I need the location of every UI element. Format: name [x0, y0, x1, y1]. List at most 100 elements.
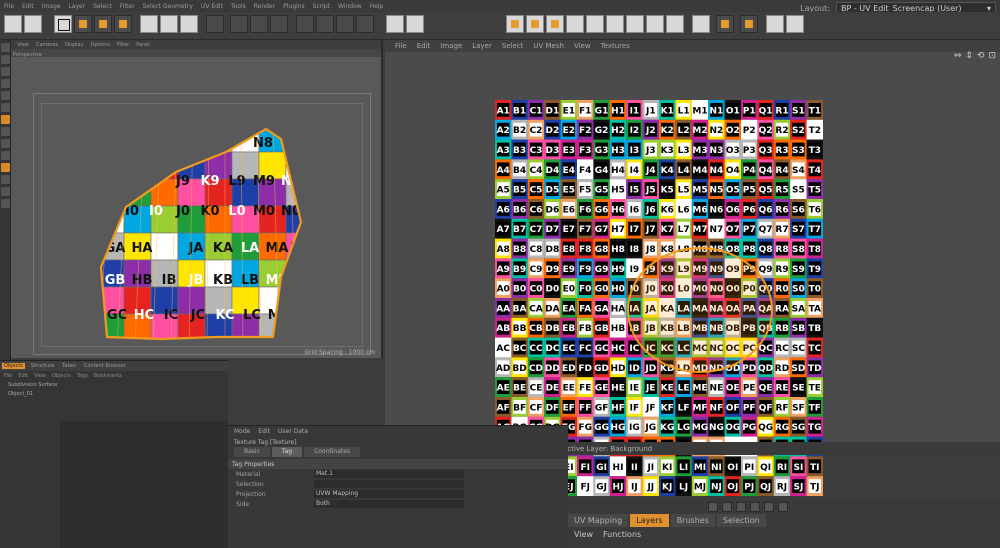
vp-menu-cameras[interactable]: Cameras [36, 42, 58, 48]
tab-coordinates[interactable]: Coordinates [304, 447, 361, 457]
am-menu-mode[interactable]: Mode [234, 428, 250, 435]
make-editable-icon[interactable] [1, 43, 10, 52]
subtab-functions[interactable]: Functions [603, 530, 641, 539]
vp-menu-display[interactable]: Display [65, 42, 83, 48]
list-item[interactable]: Subdivision Surface [0, 380, 228, 389]
list-item[interactable]: Object_01 [0, 389, 228, 398]
points-mode-icon[interactable] [1, 91, 10, 100]
projection-select[interactable]: UVW Mapping [314, 490, 464, 498]
uv-fit-icon[interactable] [626, 15, 644, 33]
tab-content-browser[interactable]: Content Browser [82, 363, 128, 369]
x-axis-icon[interactable] [140, 15, 158, 33]
om-menu-edit[interactable]: Edit [18, 373, 28, 379]
uv-menu-file[interactable]: File [395, 42, 407, 50]
uv-menu-select[interactable]: Select [502, 42, 524, 50]
uv-points-icon[interactable] [386, 15, 404, 33]
menu-select[interactable]: Select [93, 3, 112, 10]
menu-file[interactable]: File [4, 3, 14, 10]
uv-rotate-icon[interactable] [546, 15, 564, 33]
uv-scale-icon[interactable] [526, 15, 544, 33]
tab-tag[interactable]: Tag [271, 447, 303, 457]
textured-mesh[interactable]: M8N8J9K9L9M9N9O9H0I0J0K0L0M0N0O0GAHAIAJA… [11, 57, 381, 358]
vp-menu-panel[interactable]: Panel [136, 42, 150, 48]
menu-uv-edit[interactable]: UV Edit [201, 3, 223, 10]
uv-polygons-icon[interactable] [406, 15, 424, 33]
menu-script[interactable]: Script [313, 3, 330, 10]
tab-brushes[interactable]: Brushes [670, 514, 715, 527]
snap-icon[interactable] [740, 15, 758, 33]
new-folder-icon[interactable] [722, 502, 732, 512]
live-select-icon[interactable] [54, 15, 72, 33]
pan-vertical-icon[interactable]: ⇕ [965, 51, 973, 61]
om-menu-view[interactable]: View [34, 373, 46, 379]
tab-objects[interactable]: Objects [2, 363, 25, 369]
vp-menu-filter[interactable]: Filter [117, 42, 129, 48]
menu-render[interactable]: Render [254, 3, 275, 10]
maximize-icon[interactable]: ⊡ [988, 51, 996, 61]
enable-snap-icon[interactable] [1, 139, 10, 148]
selection-field[interactable] [314, 480, 464, 488]
brush-options-icon[interactable] [786, 15, 804, 33]
cube-icon[interactable] [296, 15, 314, 33]
viewport-scene[interactable]: M8N8J9K9L9M9N9O9H0I0J0K0L0M0N0O0GAHAIAJA… [11, 57, 381, 358]
uv-polygon-mode-icon[interactable] [1, 127, 10, 136]
uv-menu-image[interactable]: Image [440, 42, 462, 50]
uv-mirror-v-icon[interactable] [606, 15, 624, 33]
render-picture-icon[interactable] [250, 15, 268, 33]
uv-menu-textures[interactable]: Textures [601, 42, 630, 50]
tab-takes[interactable]: Takes [60, 363, 78, 369]
uv-move-icon[interactable] [506, 15, 524, 33]
menu-layer[interactable]: Layer [68, 3, 85, 10]
uv-sym-icon[interactable] [666, 15, 684, 33]
cursor-mode-icon[interactable] [766, 15, 784, 33]
world-coords-icon[interactable] [206, 15, 224, 33]
menu-select-geometry[interactable]: Select Geometry [143, 3, 193, 10]
deformer-icon[interactable] [356, 15, 374, 33]
tag-properties-section[interactable]: Tag Properties [228, 459, 568, 469]
rotate-tool-icon[interactable] [114, 15, 132, 33]
render-settings-icon[interactable] [270, 15, 288, 33]
menu-filter[interactable]: Filter [120, 3, 135, 10]
subtab-view[interactable]: View [574, 530, 593, 539]
texture-mode-icon[interactable] [1, 67, 10, 76]
material-field[interactable]: Mat.1 [314, 470, 464, 478]
menu-plugins[interactable]: Plugins [283, 3, 305, 10]
menu-tools[interactable]: Tools [231, 3, 246, 10]
am-menu-user-data[interactable]: User Data [278, 428, 308, 435]
menu-image[interactable]: Image [42, 3, 61, 10]
perspective-viewport[interactable]: View Cameras Display Options Filter Pane… [11, 40, 383, 358]
polygons-mode-icon[interactable] [1, 115, 10, 124]
side-select[interactable]: Both [314, 500, 464, 508]
enable-axis-icon[interactable] [716, 15, 734, 33]
duplicate-icon[interactable] [736, 502, 746, 512]
uv-menu-view[interactable]: View [574, 42, 591, 50]
vp-menu-options[interactable]: Options [91, 42, 110, 48]
render-view-icon[interactable] [230, 15, 248, 33]
uv-menu-uv-mesh[interactable]: UV Mesh [533, 42, 564, 50]
tab-structure[interactable]: Structure [29, 363, 56, 369]
mask-icon[interactable] [778, 502, 788, 512]
spline-icon[interactable] [316, 15, 334, 33]
tab-basic[interactable]: Basic [234, 447, 270, 457]
uv-menu-layer[interactable]: Layer [472, 42, 492, 50]
pan-horizontal-icon[interactable]: ⇔ [954, 51, 962, 61]
nurbs-icon[interactable] [336, 15, 354, 33]
uv-menu-edit[interactable]: Edit [417, 42, 431, 50]
workplane-icon[interactable] [1, 79, 10, 88]
layer-icon[interactable] [1, 199, 10, 208]
uv-island-selection[interactable] [627, 247, 773, 373]
rotate-view-icon[interactable]: ⟲ [977, 51, 985, 61]
merge-icon[interactable] [764, 502, 774, 512]
model-mode-icon[interactable] [1, 55, 10, 64]
paint-tool-icon[interactable] [692, 15, 710, 33]
quantize-icon[interactable] [1, 187, 10, 196]
lock-icon[interactable] [1, 175, 10, 184]
z-axis-icon[interactable] [180, 15, 198, 33]
am-menu-edit[interactable]: Edit [258, 428, 270, 435]
undo-icon[interactable] [4, 15, 22, 33]
uv-relax-icon[interactable] [566, 15, 584, 33]
om-menu-file[interactable]: File [4, 373, 12, 379]
edges-mode-icon[interactable] [1, 103, 10, 112]
new-layer-icon[interactable] [708, 502, 718, 512]
redo-icon[interactable] [24, 15, 42, 33]
